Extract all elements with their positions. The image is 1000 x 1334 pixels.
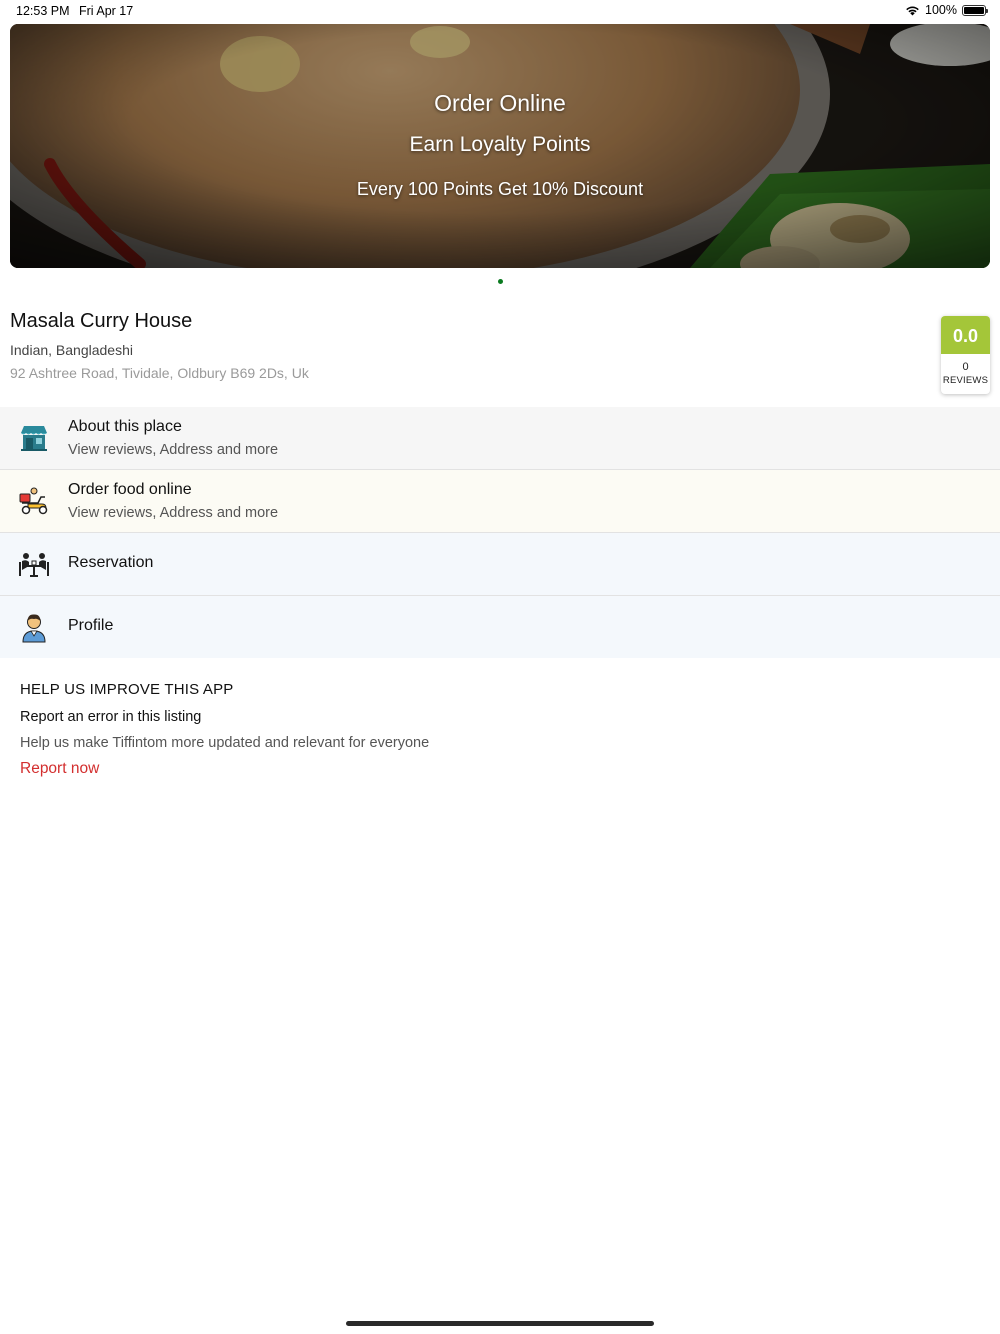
reviews-label: REVIEWS <box>942 375 989 386</box>
rating-card[interactable]: 0.0 0 REVIEWS <box>941 316 990 394</box>
help-section: HELP US IMPROVE THIS APP Report an error… <box>20 681 429 778</box>
help-description: Help us make Tiffintom more updated and … <box>20 735 430 751</box>
help-title: Report an error in this listing <box>20 709 202 725</box>
restaurant-info: Masala Curry House Indian, Bangladeshi 9… <box>10 310 309 381</box>
user-profile-icon <box>22 614 46 643</box>
banner-title: Order Online <box>434 90 566 116</box>
menu-list: About this place View reviews, Address a… <box>0 407 1000 658</box>
battery-percent: 100% <box>925 3 957 17</box>
promo-banner[interactable]: Order Online Earn Loyalty Points Every 1… <box>10 24 990 268</box>
help-heading: HELP US IMPROVE THIS APP <box>20 681 234 698</box>
menu-item-title: Reservation <box>68 554 154 571</box>
status-bar: 12:53 PM Fri Apr 17 100% <box>0 0 1000 24</box>
dining-table-icon <box>19 553 49 577</box>
menu-item-reservation[interactable]: Reservation <box>0 533 1000 596</box>
wifi-icon <box>906 6 919 15</box>
menu-item-about[interactable]: About this place View reviews, Address a… <box>0 407 1000 470</box>
restaurant-address: 92 Ashtree Road, Tividale, Oldbury B69 2… <box>10 365 309 381</box>
menu-item-order-online[interactable]: Order food online View reviews, Address … <box>0 470 1000 533</box>
status-time: 12:53 PM <box>16 4 70 18</box>
carousel-dot[interactable] <box>497 279 503 284</box>
status-right: 100% <box>905 3 988 17</box>
storefront-icon <box>21 426 47 451</box>
menu-item-subtitle: View reviews, Address and more <box>68 442 279 458</box>
report-now-link[interactable]: Report now <box>20 760 429 778</box>
menu-item-title: About this place <box>68 418 182 435</box>
menu-item-title: Order food online <box>68 481 192 498</box>
restaurant-name: Masala Curry House <box>10 310 193 332</box>
restaurant-cuisine: Indian, Bangladeshi <box>10 342 133 358</box>
review-count: 0 <box>962 361 969 373</box>
battery-icon <box>962 4 988 16</box>
banner-offer: Every 100 Points Get 10% Discount <box>356 179 644 199</box>
home-indicator[interactable] <box>346 1321 654 1326</box>
banner-subtitle: Earn Loyalty Points <box>409 133 591 156</box>
menu-item-profile[interactable]: Profile <box>0 596 1000 658</box>
status-date: Fri Apr 17 <box>79 4 134 18</box>
menu-item-subtitle: View reviews, Address and more <box>68 505 279 521</box>
menu-item-title: Profile <box>68 617 114 634</box>
delivery-scooter-icon <box>19 487 48 515</box>
rating-score: 0.0 <box>941 316 990 354</box>
carousel-indicator <box>0 279 1000 284</box>
